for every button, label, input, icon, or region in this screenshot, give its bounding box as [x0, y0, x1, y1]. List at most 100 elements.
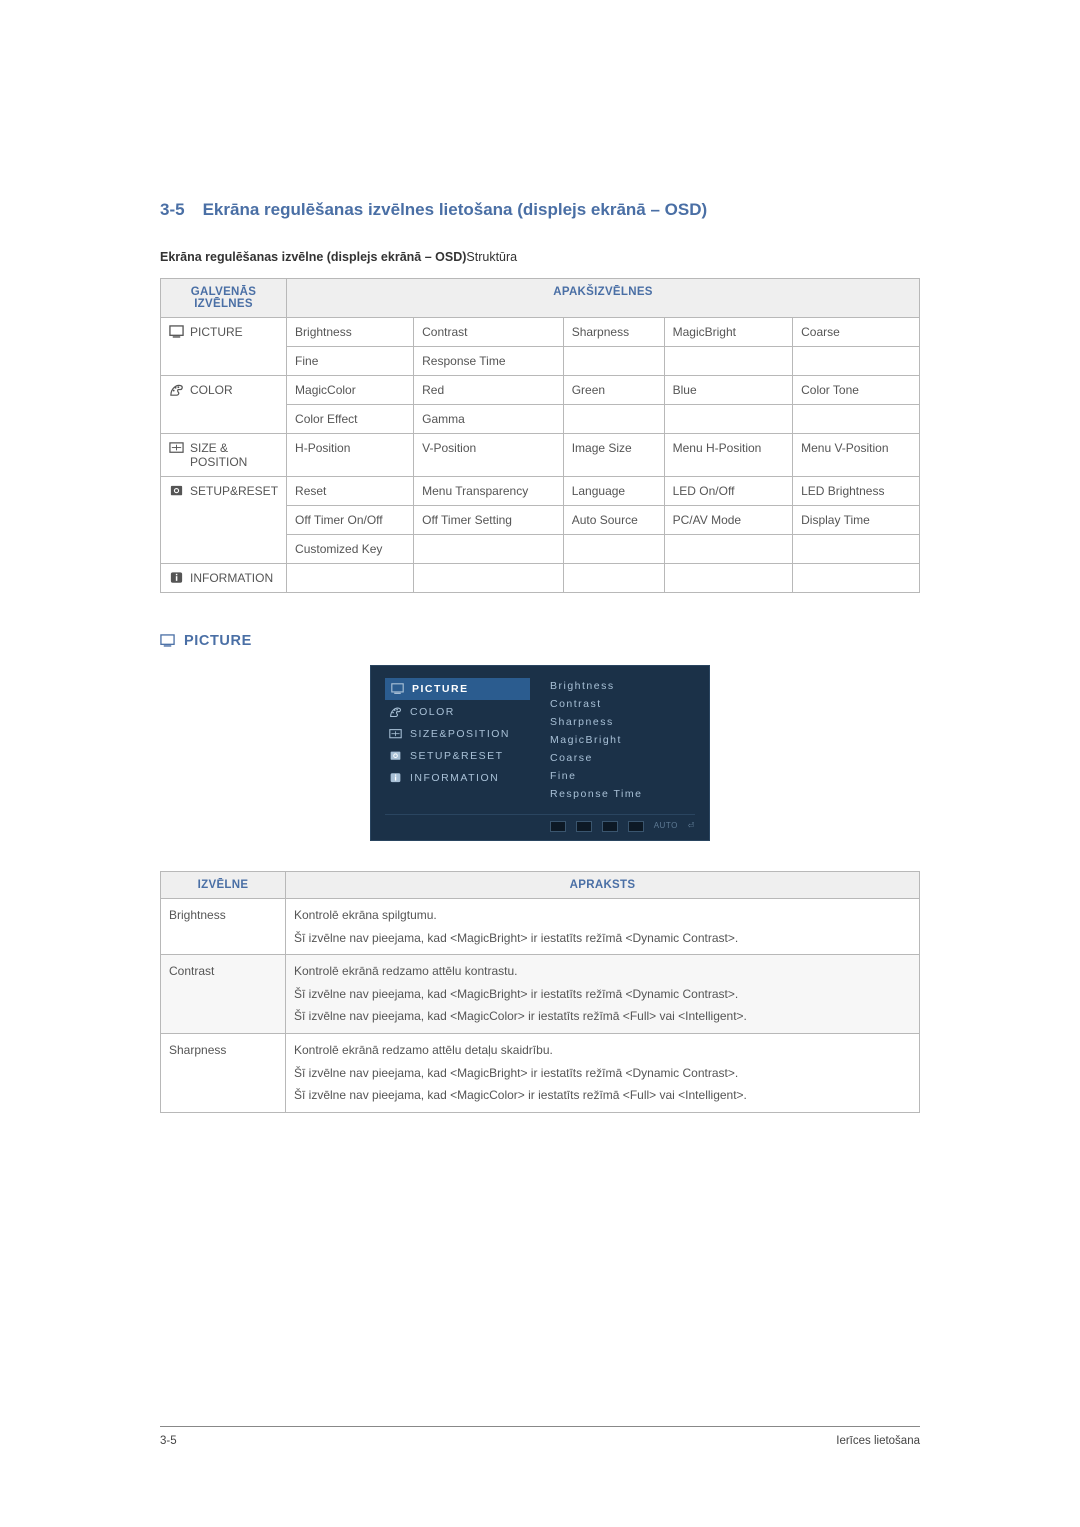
submenu-cell [414, 564, 564, 593]
submenu-cell: Off Timer Setting [414, 506, 564, 535]
menu-category: SIZE & POSITION [161, 434, 287, 477]
submenu-cell: Fine [287, 347, 414, 376]
osd-menu-item: PICTURE [385, 678, 530, 700]
submenu-cell: Reset [287, 477, 414, 506]
submenu-cell: Color Tone [793, 376, 920, 405]
osd-nav-icon [602, 821, 618, 832]
menu-category-label: COLOR [190, 383, 233, 397]
submenu-cell [664, 347, 792, 376]
submenu-cell: Menu H-Position [664, 434, 792, 477]
submenu-cell: Green [563, 376, 664, 405]
section-title-text: Ekrāna regulēšanas izvēlnes lietošana (d… [203, 200, 708, 219]
osd-nav-icon [576, 821, 592, 832]
submenu-cell [793, 405, 920, 434]
picture-icon [169, 325, 184, 339]
section-number: 3-5 [160, 200, 185, 219]
submenu-cell: Display Time [793, 506, 920, 535]
structure-rest: Struktūra [466, 250, 517, 264]
menu-category-label: PICTURE [190, 325, 243, 339]
structure-subhead: Ekrāna regulēšanas izvēlne (displejs ekr… [160, 250, 920, 264]
menu-category-label: SIZE & POSITION [190, 441, 278, 469]
osd-submenu-item: Brightness [550, 680, 642, 692]
size-icon [389, 728, 402, 740]
picture-title-text: PICTURE [184, 633, 252, 649]
osd-nav-icon [628, 821, 644, 832]
submenu-cell: Off Timer On/Off [287, 506, 414, 535]
osd-menu-item: COLOR [385, 702, 530, 722]
submenu-cell: MagicBright [664, 318, 792, 347]
submenu-cell: Sharpness [563, 318, 664, 347]
osd-menu-item: INFORMATION [385, 768, 530, 788]
osd-submenu-item: Response Time [550, 788, 642, 800]
osd-menu-label: SETUP&RESET [410, 750, 504, 762]
submenu-cell [793, 535, 920, 564]
desc-menu-name: Contrast [161, 955, 286, 1034]
submenu-cell: V-Position [414, 434, 564, 477]
osd-menu-label: COLOR [410, 706, 455, 718]
th-menu: IZVĒLNE [161, 872, 286, 899]
osd-menu-label: INFORMATION [410, 772, 499, 784]
osd-submenu-item: MagicBright [550, 734, 642, 746]
desc-menu-name: Brightness [161, 899, 286, 955]
desc-text: Kontrolē ekrānā redzamo attēlu kontrastu… [286, 955, 920, 1034]
th-description: APRAKSTS [286, 872, 920, 899]
menu-structure-table: GALVENĀS IZVĒLNES APAKŠIZVĒLNES PICTURE B… [160, 278, 920, 593]
submenu-cell: MagicColor [287, 376, 414, 405]
submenu-cell: PC/AV Mode [664, 506, 792, 535]
menu-category: PICTURE [161, 318, 287, 376]
osd-screenshot: PICTURE COLOR SIZE&POSITION SETUP&RESET INFO… [370, 665, 710, 841]
submenu-cell [793, 564, 920, 593]
page-footer: 3-5 Ierīces lietošana [160, 1426, 920, 1447]
submenu-cell: Language [563, 477, 664, 506]
submenu-cell: Color Effect [287, 405, 414, 434]
submenu-cell: Menu Transparency [414, 477, 564, 506]
table-row: ContrastKontrolē ekrānā redzamo attēlu k… [161, 955, 920, 1034]
desc-text: Kontrolē ekrānā redzamo attēlu detaļu sk… [286, 1033, 920, 1112]
osd-nav-icon [550, 821, 566, 832]
table-row: BrightnessKontrolē ekrāna spilgtumu.Šī i… [161, 899, 920, 955]
menu-category: SETUP&RESET [161, 477, 287, 564]
submenu-cell: LED Brightness [793, 477, 920, 506]
menu-category: COLOR [161, 376, 287, 434]
submenu-cell [563, 405, 664, 434]
picture-description-table: IZVĒLNE APRAKSTS BrightnessKontrolē ekrā… [160, 871, 920, 1113]
submenu-cell [414, 535, 564, 564]
submenu-cell [563, 535, 664, 564]
submenu-cell [664, 405, 792, 434]
setup-icon [169, 484, 184, 498]
picture-section-heading: PICTURE [160, 633, 920, 649]
submenu-cell: Gamma [414, 405, 564, 434]
submenu-cell [664, 564, 792, 593]
submenu-cell: H-Position [287, 434, 414, 477]
menu-category-label: INFORMATION [190, 571, 273, 585]
picture-icon [391, 683, 404, 695]
osd-submenu-item: Coarse [550, 752, 642, 764]
footer-chapter: Ierīces lietošana [836, 1435, 920, 1447]
osd-menu-label: SIZE&POSITION [410, 728, 510, 740]
info-icon [389, 772, 402, 784]
submenu-cell [287, 564, 414, 593]
menu-category: INFORMATION [161, 564, 287, 593]
osd-submenu-item: Contrast [550, 698, 642, 710]
menu-category-label: SETUP&RESET [190, 484, 278, 498]
osd-footer-auto: AUTO [654, 821, 678, 832]
submenu-cell [563, 347, 664, 376]
info-icon [169, 571, 184, 585]
submenu-cell: Brightness [287, 318, 414, 347]
submenu-cell [563, 564, 664, 593]
submenu-cell: Coarse [793, 318, 920, 347]
th-sub-menus: APAKŠIZVĒLNES [287, 279, 920, 318]
osd-submenu-item: Fine [550, 770, 642, 782]
submenu-cell: Blue [664, 376, 792, 405]
submenu-cell: Auto Source [563, 506, 664, 535]
table-row: SharpnessKontrolē ekrānā redzamo attēlu … [161, 1033, 920, 1112]
submenu-cell: Customized Key [287, 535, 414, 564]
th-main-menus: GALVENĀS IZVĒLNES [161, 279, 287, 318]
osd-footer-enter: ⏎ [688, 821, 695, 832]
submenu-cell: Contrast [414, 318, 564, 347]
osd-submenu-item: Sharpness [550, 716, 642, 728]
color-icon [389, 706, 402, 718]
osd-menu-item: SETUP&RESET [385, 746, 530, 766]
osd-menu-label: PICTURE [412, 683, 469, 695]
size-icon [169, 441, 184, 455]
